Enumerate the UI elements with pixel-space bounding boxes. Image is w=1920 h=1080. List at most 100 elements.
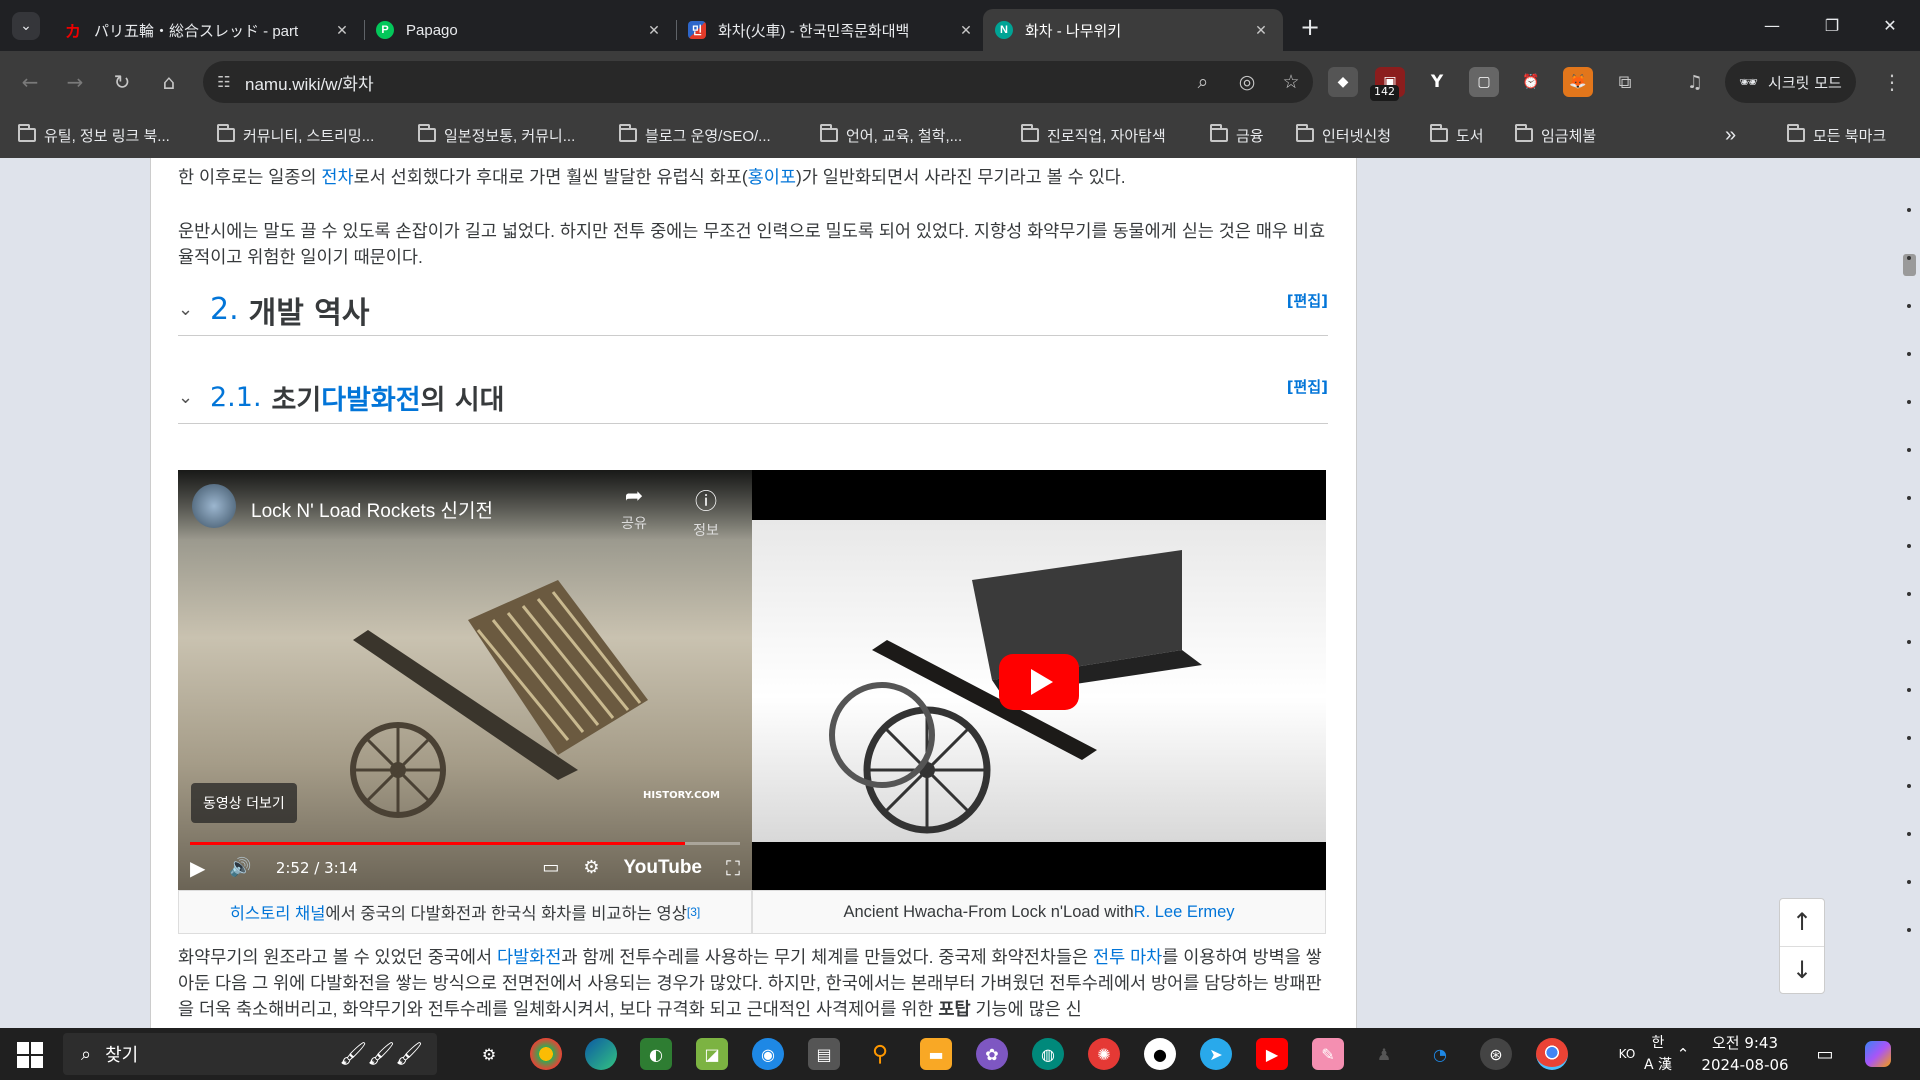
reload-button[interactable]: ↻ <box>106 66 138 98</box>
address-bar[interactable]: ☷ namu.wiki/w/화차 ⌕ ◎ ☆ <box>203 61 1313 103</box>
app-icon[interactable]: ▤ <box>808 1038 840 1070</box>
metamask-icon[interactable]: 🦊 <box>1563 67 1593 97</box>
obs-icon[interactable]: ● <box>1144 1038 1176 1070</box>
volume-icon[interactable]: 🔊 <box>229 857 251 878</box>
tab-3[interactable]: 민 화차(火車) - 한국민족문화대백 ✕ <box>676 9 988 51</box>
close-icon[interactable]: ✕ <box>332 22 352 39</box>
globe-icon[interactable]: ◍ <box>1032 1038 1064 1070</box>
collapse-chevron-icon[interactable]: ⌄ <box>178 299 210 320</box>
collapse-chevron-icon[interactable]: ⌄ <box>178 387 210 408</box>
app-icon[interactable]: ◐ <box>640 1038 672 1070</box>
app-icon[interactable]: ◉ <box>752 1038 784 1070</box>
bookmark-folder[interactable]: 일본정보통, 커뮤니... <box>418 121 575 149</box>
app-icon[interactable]: ◪ <box>696 1038 728 1070</box>
copilot-icon[interactable] <box>1858 1028 1898 1080</box>
tracking-protection-icon[interactable]: ◎ <box>1225 71 1269 93</box>
bookmark-folder[interactable]: 언어, 교육, 철학,... <box>820 121 962 149</box>
close-icon[interactable]: ✕ <box>644 22 664 39</box>
start-button[interactable] <box>10 1040 50 1070</box>
bookmark-folder[interactable]: 유틸, 정보 링크 북... <box>18 121 170 149</box>
link-jeoncha[interactable]: 전차 <box>321 167 353 187</box>
back-button[interactable]: ← <box>14 66 46 98</box>
link-hongipo[interactable]: 홍이포 <box>748 167 796 187</box>
play-icon[interactable]: ▶ <box>190 856 205 880</box>
section-number[interactable]: 2.1. <box>210 382 262 413</box>
info-button[interactable]: ⓘ 정보 <box>681 484 731 540</box>
scroll-top-button[interactable]: ↑ <box>1780 899 1824 946</box>
search-app-icon[interactable]: ⚲ <box>864 1038 896 1070</box>
tab-active[interactable]: N 화차 - 나무위키 ✕ <box>983 9 1283 51</box>
bookmark-folder[interactable]: 커뮤니티, 스트리밍... <box>217 121 374 149</box>
media-control-icon[interactable]: ♫ <box>1680 67 1710 97</box>
extension-icon[interactable]: ▢ <box>1469 67 1499 97</box>
tab-1[interactable]: カ パリ五輪・総合スレッド - part ✕ <box>52 9 364 51</box>
app-icon[interactable]: ✎ <box>1312 1038 1344 1070</box>
more-videos-button[interactable]: 동영상 더보기 <box>191 783 297 823</box>
bookmark-folder[interactable]: 인터넷신청 <box>1296 121 1391 149</box>
section-title-link[interactable]: 다발화전 <box>321 378 420 417</box>
bookmark-folder[interactable]: 임금체불 <box>1515 121 1596 149</box>
app-icon[interactable]: ◔ <box>1424 1038 1456 1070</box>
extensions-puzzle-icon[interactable]: ⧉ <box>1610 67 1640 97</box>
app-icon[interactable]: ✿ <box>976 1038 1008 1070</box>
tab-2[interactable]: P Papago ✕ <box>364 9 676 51</box>
new-tab-button[interactable]: + <box>1296 13 1324 41</box>
all-bookmarks-folder[interactable]: 모든 북마크 <box>1787 121 1886 149</box>
settings-icon[interactable]: ⚙ <box>473 1038 505 1070</box>
app-icon[interactable]: ⊛ <box>1480 1038 1512 1070</box>
window-close-button[interactable]: ✕ <box>1860 10 1920 40</box>
footnote-link[interactable]: [3] <box>687 905 700 919</box>
subtitles-icon[interactable]: ▭ <box>542 857 559 878</box>
youtube-play-button[interactable] <box>999 654 1079 710</box>
edit-link[interactable]: [편집] <box>1287 376 1328 397</box>
youtube-embed-2[interactable] <box>752 470 1326 890</box>
bookmark-folder[interactable]: 진로직업, 자아탐색 <box>1021 121 1166 149</box>
telegram-icon[interactable]: ➤ <box>1200 1038 1232 1070</box>
chrome-active-icon[interactable] <box>1536 1038 1568 1070</box>
app-icon[interactable]: ♟ <box>1368 1038 1400 1070</box>
minimize-button[interactable]: — <box>1742 10 1802 40</box>
url-text[interactable]: namu.wiki/w/화차 <box>245 70 1181 95</box>
forward-button[interactable]: → <box>59 66 91 98</box>
youtube-logo[interactable]: YouTube <box>624 857 702 879</box>
fullscreen-icon[interactable]: ⛶ <box>726 856 740 880</box>
clock[interactable]: 오전 9:43 2024-08-06 <box>1700 1028 1790 1080</box>
bookmarks-overflow-button[interactable]: » <box>1725 121 1736 149</box>
section-number[interactable]: 2. <box>210 292 239 327</box>
tab-search-button[interactable]: ⌄ <box>12 12 40 40</box>
close-icon[interactable]: ✕ <box>956 22 976 39</box>
chevron-up-icon[interactable]: ⌃ <box>1670 1028 1696 1080</box>
close-icon[interactable]: ✕ <box>1251 22 1271 39</box>
site-info-icon[interactable]: ☷ <box>203 73 245 91</box>
share-button[interactable]: ➦ 공유 <box>609 484 659 533</box>
link-dabalhwajeon[interactable]: 다발화전 <box>497 947 561 967</box>
bookmark-folder[interactable]: 블로그 운영/SEO/... <box>619 121 771 149</box>
page-scrollbar[interactable] <box>1899 158 1920 1028</box>
edge-icon[interactable] <box>585 1038 617 1070</box>
youtube-icon[interactable]: ▶ <box>1256 1038 1288 1070</box>
restore-button[interactable]: ❐ <box>1802 10 1862 40</box>
taskbar-search[interactable]: ⌕ 찾기 🖌🖌🖌 <box>63 1033 437 1075</box>
zoom-icon[interactable]: ⌕ <box>1181 71 1225 93</box>
link-history-channel[interactable]: 히스토리 채널 <box>230 900 326 924</box>
bookmark-folder[interactable]: 도서 <box>1430 121 1484 149</box>
incognito-indicator[interactable]: 🕶 시크릿 모드 <box>1725 61 1856 103</box>
youtube-embed-1[interactable]: Lock N' Load Rockets 신기전 ➦ 공유 ⓘ 정보 HISTO… <box>178 470 752 890</box>
bookmark-star-icon[interactable]: ☆ <box>1269 71 1313 93</box>
video-title[interactable]: Lock N' Load Rockets 신기전 <box>251 496 493 523</box>
extension-y-icon[interactable]: Y <box>1422 67 1452 97</box>
scroll-bottom-button[interactable]: ↓ <box>1780 945 1824 994</box>
chrome-icon[interactable] <box>530 1038 562 1070</box>
channel-avatar[interactable] <box>192 484 236 528</box>
notification-icon[interactable]: ▭ <box>1808 1028 1842 1080</box>
file-explorer-icon[interactable]: ▬ <box>920 1038 952 1070</box>
edit-link[interactable]: [편집] <box>1287 290 1328 311</box>
home-button[interactable]: ⌂ <box>153 66 185 98</box>
menu-button[interactable]: ⋮ <box>1876 66 1908 98</box>
settings-gear-icon[interactable]: ⚙ <box>583 857 599 878</box>
alarm-icon[interactable]: ⏰ <box>1516 67 1546 97</box>
bookmark-folder[interactable]: 금융 <box>1210 121 1264 149</box>
extension-icon[interactable]: ◆ <box>1328 67 1358 97</box>
link-r-lee-ermey[interactable]: R. Lee Ermey <box>1134 903 1235 922</box>
link-battle-wagon[interactable]: 전투 마차 <box>1093 947 1162 967</box>
